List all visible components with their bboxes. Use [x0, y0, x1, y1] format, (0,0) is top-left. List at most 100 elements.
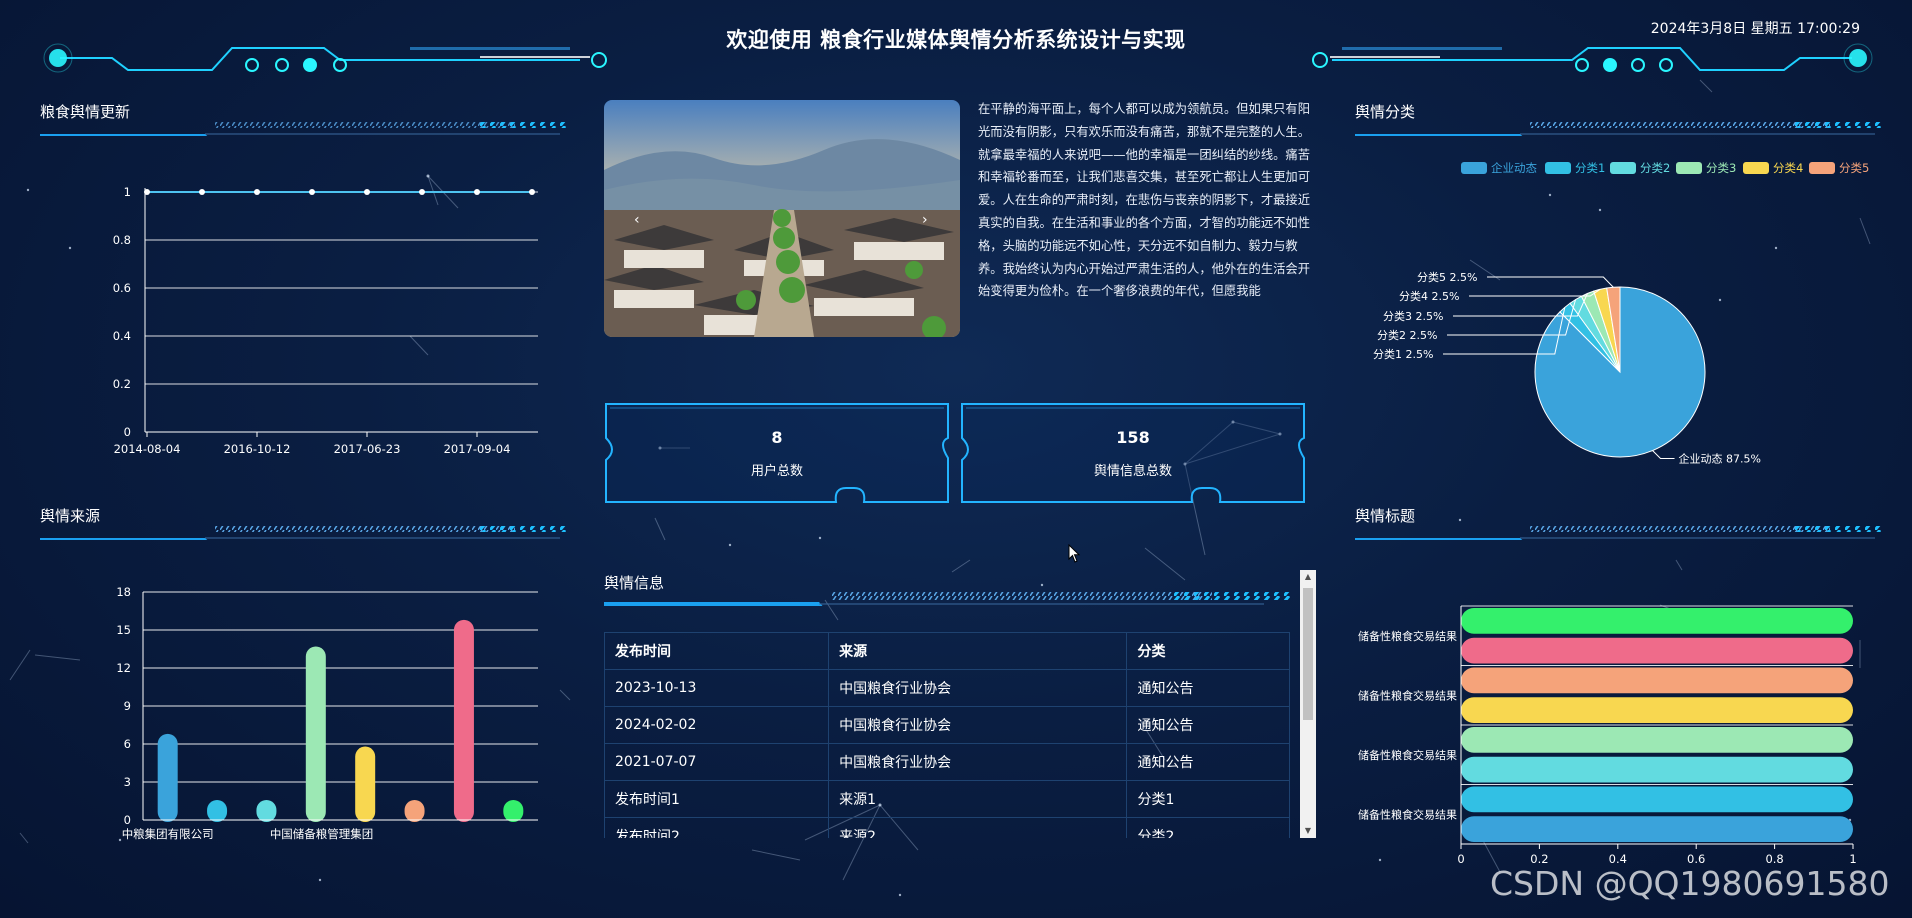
- table-cell: 通知公告: [1126, 706, 1290, 744]
- x-tick-label: 2014-08-04: [114, 442, 181, 456]
- table-row[interactable]: 2024-02-02 中国粮食行业协会 通知公告: [604, 706, 1290, 744]
- y-tick-label: 9: [124, 699, 131, 713]
- bar[interactable]: [1461, 697, 1853, 723]
- table-header-row: 发布时间 来源 分类: [604, 632, 1290, 670]
- data-point[interactable]: [199, 189, 205, 195]
- table-cell: 2023-10-13: [604, 669, 830, 707]
- data-point[interactable]: [309, 189, 315, 195]
- legend-swatch: [1545, 162, 1571, 174]
- info-table: 发布时间 来源 分类 2023-10-13 中国粮食行业协会 通知公告 2024-0…: [604, 632, 1290, 838]
- panel-title-source: 舆情来源: [40, 507, 101, 525]
- y-tick-label: 3: [124, 775, 131, 789]
- panel-underline: [1355, 526, 1881, 540]
- legend-item[interactable]: 分类3: [1676, 160, 1736, 176]
- bar[interactable]: [1461, 608, 1853, 634]
- bar[interactable]: [1461, 667, 1853, 694]
- update-line-chart: 0 0.2 0.4 0.6 0.8 1 2014-08-04 2016-10-12 2017-0…: [113, 185, 538, 456]
- table-row[interactable]: 2023-10-13 中国粮食行业协会 通知公告: [604, 669, 1290, 707]
- bar[interactable]: [305, 646, 326, 822]
- stat-value: 8: [771, 428, 783, 447]
- legend-item[interactable]: 分类4: [1743, 160, 1803, 176]
- table-scrollbar[interactable]: ▲ ▼: [1300, 570, 1316, 838]
- panel-underline: [604, 592, 1290, 606]
- datetime-display: 2024年3月8日 星期五 17:00:29: [1650, 21, 1860, 37]
- table-cell: 通知公告: [1126, 743, 1290, 781]
- legend-item[interactable]: 分类5: [1809, 160, 1869, 176]
- data-point[interactable]: [419, 189, 425, 195]
- stat-value: 158: [1116, 428, 1150, 447]
- panel-underline: [40, 526, 566, 540]
- table-cell: 来源1: [828, 780, 1128, 818]
- legend-item[interactable]: 企业动态: [1461, 160, 1537, 176]
- bar[interactable]: [453, 619, 474, 822]
- stat-label: 舆情信息总数: [1093, 464, 1172, 479]
- scroll-up-icon[interactable]: ▲: [1300, 570, 1316, 584]
- y-tick-label: 储备性粮食交易结果: [1358, 748, 1457, 762]
- table-row[interactable]: 2021-07-07 中国粮食行业协会 通知公告: [604, 743, 1290, 781]
- legend-label: 分类2: [1640, 161, 1671, 175]
- table-cell: 中国粮食行业协会: [828, 706, 1128, 744]
- legend-label: 分类4: [1773, 161, 1804, 175]
- bar[interactable]: [355, 746, 376, 822]
- bar[interactable]: [1461, 756, 1853, 783]
- bar[interactable]: [503, 800, 524, 822]
- info-table-container[interactable]: 发布时间 来源 分类 2023-10-13 中国粮食行业协会 通知公告 2024-0…: [604, 632, 1290, 838]
- data-point[interactable]: [474, 189, 480, 195]
- slice-label: 分类4 2.5%: [1399, 289, 1459, 303]
- bar[interactable]: [256, 800, 277, 822]
- legend-label: 分类1: [1575, 161, 1606, 175]
- y-tick-label: 18: [116, 585, 131, 599]
- x-tick-label: 0: [1457, 852, 1464, 866]
- table-cell: 2024-02-02: [604, 706, 830, 744]
- y-tick-label: 0.2: [113, 377, 131, 391]
- table-cell: 2021-07-07: [604, 743, 830, 781]
- legend-swatch: [1461, 162, 1487, 174]
- y-tick-label: 0.8: [113, 233, 131, 247]
- data-point[interactable]: [364, 189, 370, 195]
- x-tick-label: 2017-09-04: [444, 442, 511, 456]
- hero-carousel-image[interactable]: ‹ ›: [604, 100, 960, 337]
- y-tick-label: 12: [116, 661, 131, 675]
- bar[interactable]: [1461, 637, 1853, 664]
- column-header: 分类: [1126, 632, 1290, 670]
- legend-label: 分类3: [1706, 161, 1737, 175]
- panel-title-headline: 舆情标题: [1355, 507, 1416, 525]
- bar[interactable]: [207, 800, 228, 822]
- stat-card-info-total: 158 舆情信息总数: [960, 402, 1306, 504]
- table-row[interactable]: 发布时间1 来源1 分类1: [604, 780, 1290, 818]
- label-leader-line: [1487, 276, 1614, 288]
- carousel-prev-icon[interactable]: ‹: [634, 212, 640, 228]
- table-cell: 通知公告: [1126, 669, 1290, 707]
- bar[interactable]: [1461, 727, 1853, 753]
- carousel-next-icon[interactable]: ›: [922, 212, 928, 228]
- scrollbar-thumb[interactable]: [1303, 588, 1313, 720]
- x-tick-label: 2017-06-23: [334, 442, 401, 456]
- panel-underline: [1355, 122, 1881, 136]
- data-point[interactable]: [529, 189, 535, 195]
- intro-paragraph: 在平静的海平面上，每个人都可以成为领航员。但如果只有阳光而没有阴影，只有欢乐而没…: [978, 102, 1311, 299]
- mouse-cursor-icon: [1068, 544, 1081, 563]
- legend-item[interactable]: 分类2: [1610, 160, 1670, 176]
- y-tick-label: 0.6: [113, 281, 131, 295]
- headline-bar-chart: 储备性粮食交易结果储备性粮食交易结果储备性粮食交易结果储备性粮食交易结果0 0.2…: [1358, 605, 1857, 866]
- table-cell: 来源2: [828, 817, 1128, 838]
- slice-label: 企业动态 87.5%: [1679, 452, 1761, 466]
- panel-title-category: 舆情分类: [1355, 103, 1416, 121]
- source-bar-chart: 0369121518中粮集团有限公司中国储备粮管理集团: [116, 585, 538, 841]
- table-row[interactable]: 发布时间2 来源2 分类2: [604, 817, 1290, 838]
- bar[interactable]: [1461, 816, 1853, 842]
- bar[interactable]: [1461, 786, 1853, 813]
- label-leader-line: [1652, 450, 1675, 460]
- table-cell: 分类2: [1126, 817, 1290, 838]
- data-point[interactable]: [144, 189, 150, 195]
- legend-item[interactable]: 分类1: [1545, 160, 1605, 176]
- table-cell: 中国粮食行业协会: [828, 669, 1128, 707]
- x-tick-label: 2016-10-12: [224, 442, 291, 456]
- panel-title-update: 粮食舆情更新: [40, 103, 131, 121]
- y-tick-label: 储备性粮食交易结果: [1358, 688, 1457, 702]
- bar[interactable]: [404, 800, 425, 822]
- scroll-down-icon[interactable]: ▼: [1300, 824, 1316, 838]
- data-point[interactable]: [254, 189, 260, 195]
- y-tick-label: 储备性粮食交易结果: [1358, 807, 1457, 821]
- bar[interactable]: [157, 733, 178, 822]
